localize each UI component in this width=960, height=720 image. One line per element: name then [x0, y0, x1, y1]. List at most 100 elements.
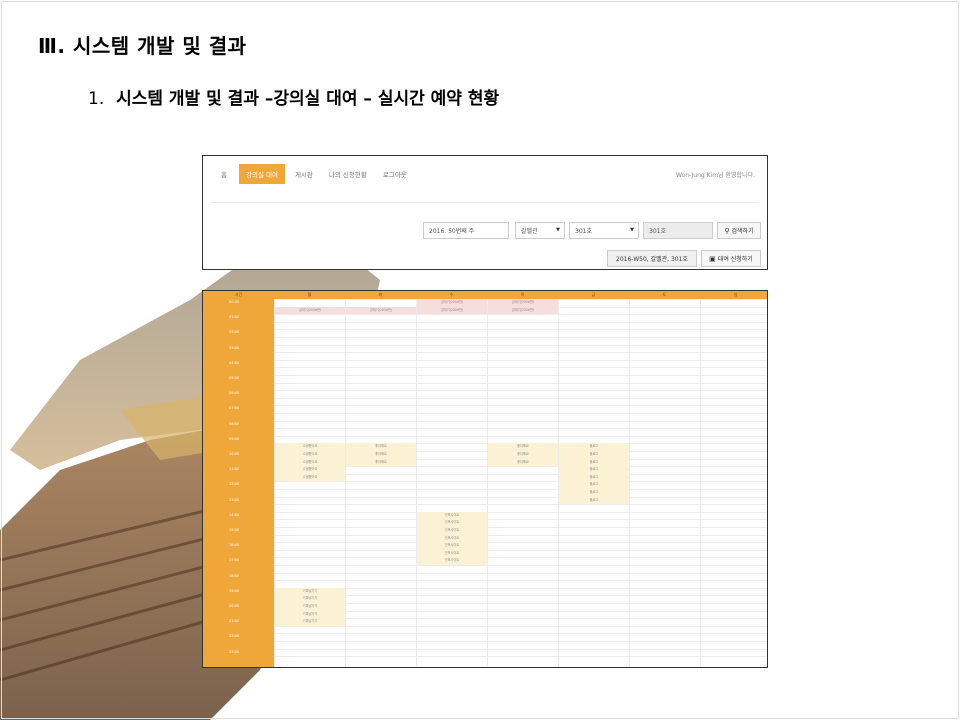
slot-row-divider: [274, 641, 767, 642]
time-label: 17:00: [229, 558, 240, 563]
nav-home-link[interactable]: 홈: [217, 165, 235, 183]
reserved-slot[interactable]: 블로그: [559, 489, 629, 497]
time-label: 04:00: [229, 360, 240, 365]
reserved-slot[interactable]: 좋아해요: [488, 451, 558, 459]
selection-summary-text: 2016-W50, 갈멜관, 301호: [616, 256, 688, 263]
reserved-slot[interactable]: 고생했어요: [275, 466, 345, 474]
reserved-slot[interactable]: 블로그: [559, 451, 629, 459]
slot-row-divider: [274, 337, 767, 338]
reserved-slot[interactable]: 인포사이트: [417, 549, 487, 558]
reserved-slot[interactable]: 인포사이트: [417, 542, 487, 550]
day-column-divider: [629, 299, 630, 667]
reserved-slot[interactable]: 강대기(2006반): [488, 306, 558, 315]
slot-row-divider: [274, 519, 767, 521]
reserved-slot[interactable]: 고생했어요: [275, 443, 345, 451]
search-icon: ⚲: [724, 226, 730, 235]
reserved-slot[interactable]: 좋아해요: [346, 451, 416, 459]
reserved-slot[interactable]: 고생했어요: [275, 458, 345, 467]
reserved-slot[interactable]: 강대기(2006반): [417, 306, 487, 315]
chevron-down-icon: ▼: [630, 227, 634, 233]
week-value: 2016. 50번째 주: [429, 228, 475, 235]
slot-row-divider: [274, 557, 767, 559]
reserved-slot[interactable]: 기록남기기: [275, 610, 345, 619]
room-select[interactable]: 301호 ▼: [569, 222, 639, 239]
selection-summary-badge: 2016-W50, 갈멜관, 301호: [607, 250, 697, 267]
apply-button-label: 대여 신청하기: [717, 256, 753, 263]
slot-row-divider: [274, 352, 767, 354]
slot-row-divider: [274, 375, 767, 376]
slot-row-divider: [274, 542, 767, 544]
reserved-slot[interactable]: 강대기(2006반): [346, 306, 416, 315]
slot-row-divider: [274, 321, 767, 323]
time-label: 23:00: [229, 649, 240, 654]
time-label: 14:00: [229, 512, 240, 517]
slot-row-divider: [274, 397, 767, 399]
slot-row-divider: [274, 428, 767, 430]
reserved-slot[interactable]: 인포사이트: [417, 511, 487, 520]
day-header: 목: [520, 292, 525, 297]
nav-item-board[interactable]: 게시판: [289, 165, 319, 183]
slot-row-divider: [274, 489, 767, 490]
reserved-slot[interactable]: 블로그: [559, 458, 629, 467]
slot-row-divider: [274, 549, 767, 551]
welcome-message: Won-Jung Kim님 환영합니다.: [675, 172, 755, 179]
slot-row-divider: [274, 618, 767, 620]
day-header: 월: [307, 292, 312, 297]
slot-row-divider: [274, 595, 767, 597]
reserved-slot[interactable]: 강대기(2006반): [275, 306, 345, 315]
building-value: 갈멜관: [521, 228, 538, 235]
reserved-slot[interactable]: 인포사이트: [417, 557, 487, 565]
reserved-slot[interactable]: 인포사이트: [417, 527, 487, 535]
week-picker-input[interactable]: 2016. 50번째 주: [423, 222, 509, 239]
calendar-icon: ▣: [709, 254, 716, 263]
nav-item-my-applications[interactable]: 나의 신청현황: [323, 165, 373, 183]
reserved-slot[interactable]: 좋아해요: [488, 458, 558, 467]
building-select[interactable]: 갈멜관 ▼: [515, 222, 565, 239]
reserved-slot[interactable]: 좋아해요: [346, 443, 416, 451]
slot-row-divider: [274, 329, 767, 331]
slot-row-divider: [274, 420, 767, 422]
reserved-slot[interactable]: 블로그: [559, 496, 629, 505]
room-value: 301호: [575, 228, 592, 235]
slot-row-divider: [274, 405, 767, 407]
reserved-slot[interactable]: 강대기(2006반): [417, 299, 487, 307]
reserved-slot[interactable]: 블로그: [559, 473, 629, 482]
reserved-slot[interactable]: 블로그: [559, 466, 629, 474]
reserved-slot[interactable]: 기록남기기: [275, 603, 345, 611]
reserved-slot[interactable]: 강대기(2006반): [488, 299, 558, 307]
slot-row-divider: [274, 382, 767, 384]
time-label: 09:00: [229, 436, 240, 441]
slot-row-divider: [274, 603, 767, 604]
nav-item-room-rental[interactable]: 강의실 대여: [238, 164, 285, 184]
apply-rental-button[interactable]: ▣ 대여 신청하기: [701, 250, 761, 267]
reserved-slot[interactable]: 고생했어요: [275, 473, 345, 482]
slot-row-divider: [274, 496, 767, 498]
day-column-divider: [345, 299, 346, 667]
reserved-slot[interactable]: 기록남기기: [275, 618, 345, 626]
reserved-slot[interactable]: 블로그: [559, 481, 629, 489]
slot-row-divider: [274, 435, 767, 437]
time-label: 10:00: [229, 452, 240, 456]
nav-item-logout[interactable]: 로그아웃: [377, 165, 413, 183]
slide-title: Ⅲ. 시스템 개발 및 결과: [38, 34, 247, 58]
reserved-slot[interactable]: 블로그: [559, 443, 629, 451]
reserved-slot[interactable]: 좋아해요: [488, 443, 558, 451]
reserved-slot[interactable]: 인포사이트: [417, 519, 487, 527]
reserved-slot[interactable]: 인포사이트: [417, 534, 487, 543]
reserved-slot[interactable]: 기록남기기: [275, 595, 345, 603]
slot-row-divider: [274, 359, 767, 361]
day-header: 일: [733, 292, 738, 297]
slot-row-divider: [274, 625, 767, 627]
slot-row-divider: [274, 656, 767, 658]
slot-row-divider: [274, 534, 767, 536]
reserved-slot[interactable]: 기록남기기: [275, 587, 345, 596]
slot-row-divider: [274, 572, 767, 574]
time-label: 08:00: [229, 421, 240, 426]
search-button[interactable]: ⚲ 검색하기: [717, 222, 761, 239]
slot-row-divider: [274, 565, 767, 566]
time-label: 15:00: [229, 528, 240, 532]
room-readonly-field: 301호: [643, 222, 713, 239]
reserved-slot[interactable]: 좋아해요: [346, 458, 416, 467]
reserved-slot[interactable]: 고생했어요: [275, 451, 345, 459]
slot-row-divider: [274, 580, 767, 582]
